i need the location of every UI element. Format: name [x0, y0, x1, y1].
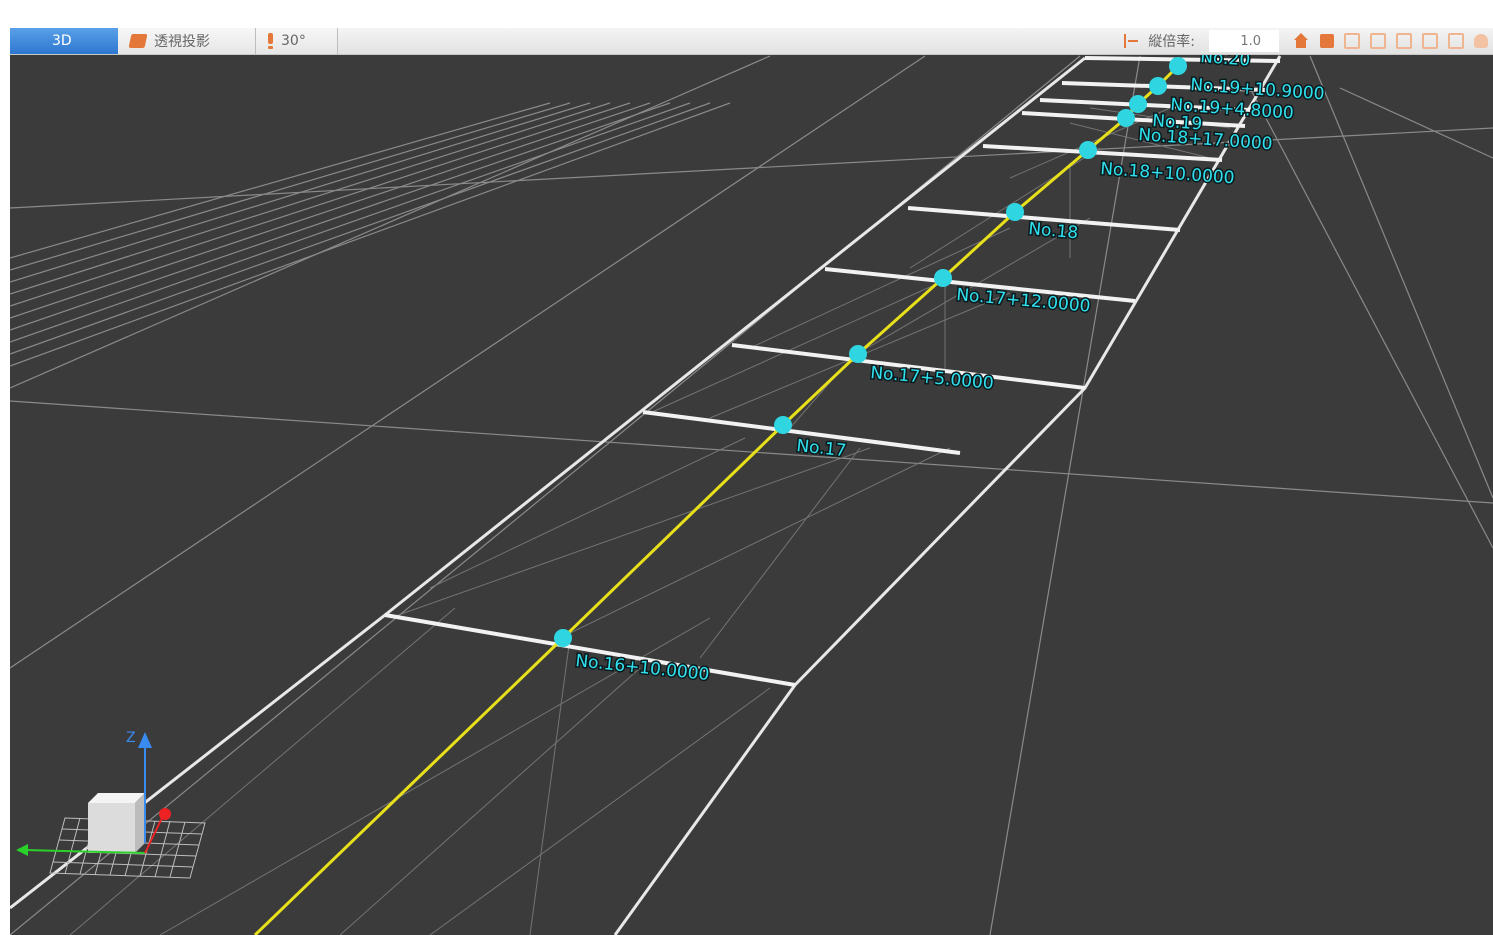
station-marker[interactable] — [554, 629, 572, 647]
station-marker[interactable] — [1149, 77, 1167, 95]
vertical-ratio-input[interactable] — [1209, 30, 1279, 52]
station-marker[interactable] — [1006, 203, 1024, 221]
station-label: No.17+5.0000 — [870, 363, 995, 394]
centerline — [253, 64, 1180, 935]
station-marker[interactable] — [849, 345, 867, 363]
cross-sections — [384, 56, 1281, 687]
road-edges — [10, 55, 1282, 935]
station-label: No.18 — [1028, 219, 1079, 243]
view-toolbar: 3D 透視投影 30° 縦倍率: ▲▼ — [10, 28, 1493, 55]
station-label: No.16+10.0000 — [574, 651, 710, 685]
side-view-icon[interactable] — [1370, 33, 1386, 49]
pan-icon[interactable] — [1474, 34, 1488, 48]
station-label: No.18+17.0000 — [1138, 125, 1273, 154]
angle-icon — [268, 33, 273, 49]
y-axis — [144, 817, 163, 854]
top-view-icon[interactable] — [1396, 33, 1412, 49]
projection-label: 透視投影 — [154, 34, 210, 50]
scene-canvas[interactable]: No.20 No.19+10.9000 No.19+4.8000 No.19 N… — [10, 28, 1493, 935]
station-markers — [554, 57, 1187, 647]
z-axis-arrow-icon — [138, 732, 152, 748]
export-icon[interactable] — [1448, 33, 1464, 49]
stop-icon[interactable] — [1320, 34, 1334, 48]
ground-grid — [10, 55, 1493, 935]
front-view-icon[interactable] — [1344, 33, 1360, 49]
axis-gizmo[interactable]: Z — [16, 730, 206, 879]
home-icon[interactable] — [1292, 33, 1310, 49]
station-marker[interactable] — [1117, 109, 1135, 127]
viewport-3d[interactable]: No.20 No.19+10.9000 No.19+4.8000 No.19 N… — [10, 28, 1493, 935]
station-marker[interactable] — [934, 269, 952, 287]
tab-3d[interactable]: 3D — [10, 28, 118, 54]
projection-button[interactable]: 透視投影 — [118, 28, 256, 54]
projection-icon — [128, 34, 148, 48]
station-labels: No.20 No.19+10.9000 No.19+4.8000 No.19 N… — [573, 46, 1327, 687]
gizmo-cube — [88, 793, 145, 853]
view-angle-label: 30° — [281, 33, 306, 49]
station-marker[interactable] — [1129, 95, 1147, 113]
vertical-ratio-label: 縦倍率: — [1148, 34, 1195, 50]
page-icon[interactable] — [1422, 33, 1438, 49]
station-marker[interactable] — [1169, 57, 1187, 75]
vertical-ratio-icon — [1122, 33, 1140, 49]
x-axis-arrow-icon — [16, 844, 28, 856]
station-label: No.18+10.0000 — [1100, 159, 1235, 188]
z-axis-label: Z — [126, 730, 136, 746]
station-marker[interactable] — [774, 416, 792, 434]
y-axis-arrow-icon — [159, 808, 171, 820]
view-angle-button[interactable]: 30° — [256, 28, 338, 54]
station-marker[interactable] — [1079, 141, 1097, 159]
station-label: No.17 — [795, 436, 847, 461]
